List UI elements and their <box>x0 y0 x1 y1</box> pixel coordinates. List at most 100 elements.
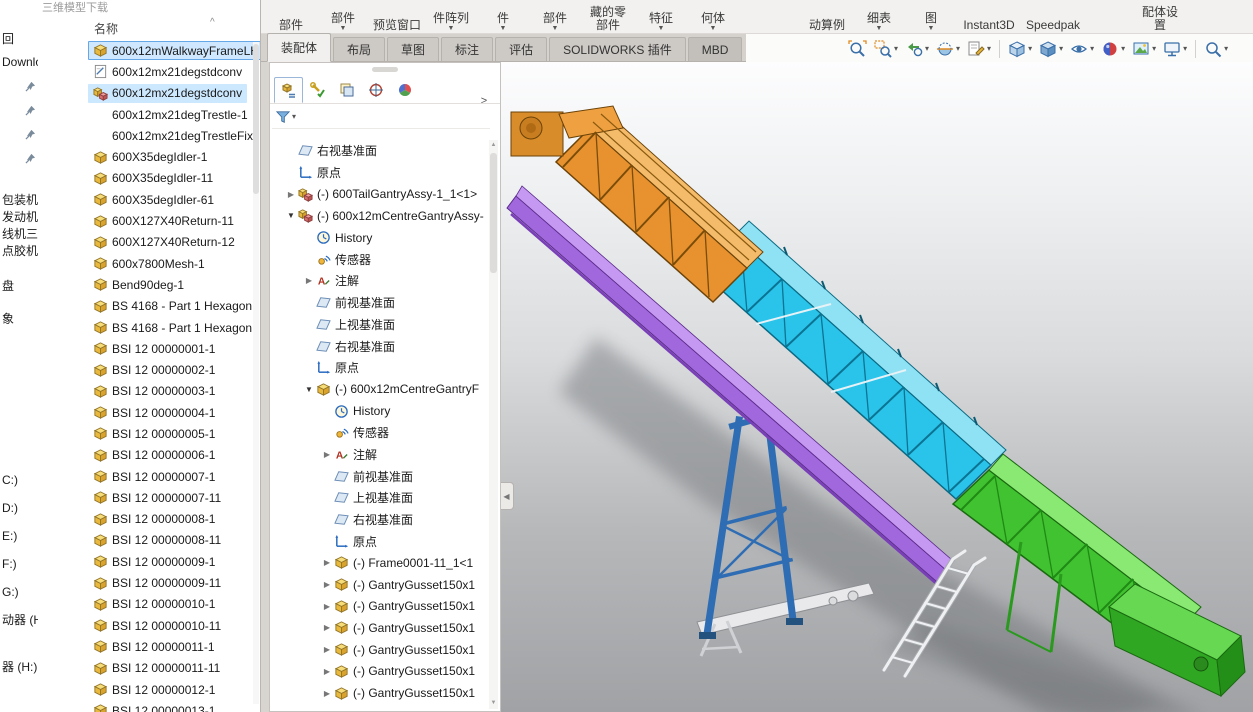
view-settings-button[interactable]: ▾ <box>1161 39 1189 59</box>
ribbon-button[interactable]: 部件▼ <box>533 12 577 32</box>
file-item[interactable]: 600X35degIdler-11 <box>38 168 260 189</box>
file-item[interactable]: BSI 12 00000002-1 <box>38 359 260 380</box>
tree-item[interactable]: 右视基准面 <box>270 335 490 357</box>
ribbon-button[interactable]: Instant3D <box>961 19 1017 32</box>
tree-item[interactable]: ▶(-) GantryGusset150x1 <box>270 639 490 661</box>
sidebar-drive-item[interactable]: F:) <box>0 550 38 578</box>
scroll-down-arrow[interactable]: ▼ <box>489 698 498 709</box>
sidebar-drive-item[interactable]: 器 (H:) FAST <box>0 653 38 681</box>
tree-expander-collapsed[interactable]: ▶ <box>320 558 334 567</box>
tree-item[interactable]: History <box>270 227 490 249</box>
file-item[interactable]: BSI 12 00000012-1 <box>38 679 260 700</box>
file-item[interactable]: BS 4168 - Part 1 Hexagon <box>38 317 260 338</box>
file-item[interactable]: 600X35degIdler-61 <box>38 189 260 210</box>
filter-caret[interactable]: ▾ <box>292 112 296 121</box>
ribbon-button[interactable]: 特征▼ <box>639 12 683 32</box>
ribbon-button[interactable]: 件▼ <box>481 12 525 32</box>
ribbon-tab[interactable]: 标注 <box>441 37 493 61</box>
file-item[interactable]: BSI 12 00000008-11 <box>38 530 260 551</box>
tree-item[interactable]: ▶(-) GantryGusset150x1 <box>270 574 490 596</box>
edit-appearance-button[interactable]: ▾ <box>1099 39 1127 59</box>
name-column-header[interactable]: 名称 ^ <box>38 16 260 40</box>
file-item[interactable]: 600x12mx21degTrestle-1 <box>38 104 260 125</box>
tree-expander-collapsed[interactable]: ▶ <box>320 623 334 632</box>
tree-item[interactable]: 原点 <box>270 162 490 184</box>
tree-item[interactable]: 上视基准面 <box>270 487 490 509</box>
file-item[interactable]: Bend90deg-1 <box>38 274 260 295</box>
tree-expander-expanded[interactable]: ▼ <box>302 385 316 394</box>
file-item[interactable]: 600X127X40Return-11 <box>38 210 260 231</box>
file-item[interactable]: BSI 12 00000009-11 <box>38 572 260 593</box>
sidebar-this-pc-item[interactable]: 盘 <box>0 270 38 303</box>
tree-expander-collapsed[interactable]: ▶ <box>284 190 298 199</box>
tree-expander-collapsed[interactable]: ▶ <box>320 667 334 676</box>
file-item[interactable]: BS 4168 - Part 1 Hexagon <box>38 296 260 317</box>
tree-item[interactable]: ▶(-) GantryGusset150x1 <box>270 595 490 617</box>
panel-tab-configurationmanager[interactable] <box>332 77 361 103</box>
ribbon-button[interactable]: 件阵列▼ <box>429 12 473 32</box>
tree-item[interactable]: ▶A注解 <box>270 270 490 292</box>
ribbon-button[interactable]: Speedpak <box>1025 19 1081 32</box>
tree-expander-collapsed[interactable]: ▶ <box>302 276 316 285</box>
view-orientation-button[interactable]: ▾ <box>1006 39 1034 59</box>
ribbon-button[interactable]: 细表▼ <box>857 12 901 32</box>
tree-expander-expanded[interactable]: ▼ <box>284 211 298 220</box>
hide-show-items-button[interactable]: ▾ <box>1068 39 1096 59</box>
ribbon-button[interactable]: 部件▼ <box>321 12 365 32</box>
sidebar-drive-item[interactable]: C:) <box>0 466 38 494</box>
tree-item[interactable]: 传感器 <box>270 422 490 444</box>
sidebar-quick-access-item[interactable]: 回 <box>0 26 38 50</box>
file-item[interactable]: BSI 12 00000013-1 <box>38 700 260 712</box>
ribbon-button[interactable]: 配体设置 <box>1137 6 1183 32</box>
ground-conveyor-part[interactable] <box>697 583 874 656</box>
panel-tab-featuremanager[interactable] <box>274 77 303 103</box>
file-item[interactable]: BSI 12 00000004-1 <box>38 402 260 423</box>
tree-item[interactable]: 前视基准面 <box>270 292 490 314</box>
tree-item[interactable]: 原点 <box>270 357 490 379</box>
panel-collapse-chevron[interactable]: ◀ <box>501 482 514 510</box>
tree-item[interactable]: ▶(-) Frame0001-11_1<1 <box>270 552 490 574</box>
sidebar-quick-access-item[interactable] <box>0 74 38 98</box>
file-item[interactable]: 600x12mx21degstdconv <box>38 83 260 104</box>
section-view-button[interactable]: ▾ <box>934 39 962 59</box>
ribbon-button[interactable]: 预览窗口 <box>373 19 421 32</box>
tree-item[interactable]: 传感器 <box>270 248 490 270</box>
tree-item[interactable]: ▶(-) GantryGusset150x1 <box>270 682 490 704</box>
file-item[interactable]: 600x12mWalkwayFrameLH <box>38 40 260 61</box>
file-item[interactable]: BSI 12 00000010-1 <box>38 594 260 615</box>
file-item[interactable]: 600x12mx21degstdconv <box>38 61 260 82</box>
ribbon-tab[interactable]: SOLIDWORKS 插件 <box>549 37 686 61</box>
panel-drag-handle[interactable] <box>372 67 398 72</box>
tree-item[interactable]: ▶A注解 <box>270 444 490 466</box>
ribbon-button[interactable]: 部件 <box>269 19 313 32</box>
sidebar-folder-item[interactable]: 包装机三维模 <box>0 192 38 209</box>
tree-item[interactable]: ▼(-) 600x12mCentreGantryF <box>270 379 490 401</box>
tree-item[interactable]: ▶(-) 600TailGantryAssy-1_1<1> <box>270 183 490 205</box>
sidebar-folder-item[interactable]: 点胶机三维套 <box>0 243 38 260</box>
file-item[interactable]: 600X127X40Return-12 <box>38 232 260 253</box>
file-item[interactable]: BSI 12 00000001-1 <box>38 338 260 359</box>
tree-expander-collapsed[interactable]: ▶ <box>320 602 334 611</box>
ribbon-tab[interactable]: 评估 <box>495 37 547 61</box>
ribbon-tab[interactable]: 装配体 <box>267 33 331 62</box>
tree-expander-collapsed[interactable]: ▶ <box>320 689 334 698</box>
zoom-to-fit-button[interactable] <box>846 39 869 59</box>
file-item[interactable]: BSI 12 00000010-11 <box>38 615 260 636</box>
annotation-view-button[interactable]: ▾ <box>965 39 993 59</box>
file-item[interactable]: BSI 12 00000009-1 <box>38 551 260 572</box>
tree-item[interactable]: 原点 <box>270 530 490 552</box>
tree-item[interactable]: History <box>270 400 490 422</box>
tail-gantry-section[interactable] <box>511 106 763 302</box>
sidebar-drive-item[interactable]: G:) <box>0 578 38 606</box>
tree-item[interactable]: ▼(-) 600x12mCentreGantryAssy- <box>270 205 490 227</box>
ribbon-tab[interactable]: 布局 <box>333 37 385 61</box>
filter-icon[interactable] <box>276 110 290 124</box>
sidebar-this-pc-item[interactable]: 象 <box>0 303 38 336</box>
file-item[interactable]: BSI 12 00000011-1 <box>38 636 260 657</box>
tree-expander-collapsed[interactable]: ▶ <box>320 580 334 589</box>
tree-item[interactable]: 前视基准面 <box>270 465 490 487</box>
tree-expander-collapsed[interactable]: ▶ <box>320 645 334 654</box>
sidebar-quick-access-item[interactable] <box>0 146 38 170</box>
previous-view-button[interactable]: ▾ <box>903 39 931 59</box>
sidebar-quick-access-item[interactable]: Download <box>0 50 38 74</box>
